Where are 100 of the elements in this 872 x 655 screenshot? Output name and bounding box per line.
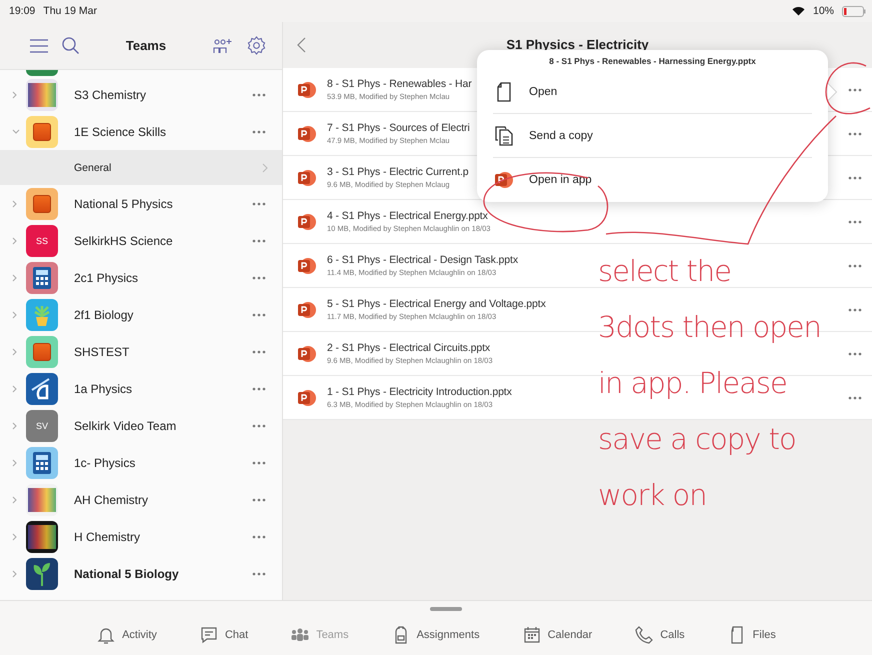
- powerpoint-icon: [297, 80, 317, 98]
- more-icon[interactable]: [848, 264, 862, 268]
- battery-percentage: 10%: [812, 5, 834, 17]
- chat-icon: [198, 625, 219, 645]
- team-name: 1c- Physics: [74, 456, 136, 470]
- more-icon[interactable]: [252, 424, 266, 428]
- more-icon[interactable]: [848, 396, 862, 400]
- chevron-right-icon[interactable]: [12, 496, 17, 504]
- chevron-right-icon[interactable]: [12, 200, 17, 208]
- file-name: 5 - S1 Phys - Electrical Energy and Voltage.pptx: [327, 298, 546, 310]
- powerpoint-icon: [297, 344, 317, 362]
- chevron-right-icon[interactable]: [12, 90, 17, 98]
- team-icon: [26, 70, 58, 76]
- add-people-icon[interactable]: [213, 38, 233, 54]
- team-name: S3 Chemistry: [74, 88, 146, 102]
- more-icon[interactable]: [848, 88, 862, 92]
- team-name: Selkirk Video Team: [74, 418, 176, 432]
- more-icon[interactable]: [252, 460, 266, 464]
- team-item[interactable]: SV Selkirk Video Team: [0, 407, 282, 444]
- team-item[interactable]: 1c- Physics: [0, 444, 282, 481]
- channel-item[interactable]: General: [0, 150, 282, 185]
- more-icon[interactable]: [848, 220, 862, 224]
- team-item[interactable]: 1E Science Skills: [0, 113, 282, 150]
- file-name: 3 - S1 Phys - Electric Current.p: [327, 166, 469, 178]
- more-icon[interactable]: [252, 92, 266, 96]
- team-item[interactable]: S3 Chemistry: [0, 76, 282, 113]
- more-icon[interactable]: [848, 176, 862, 180]
- team-item[interactable]: 2c1 Physics: [0, 259, 282, 296]
- chevron-right-icon[interactable]: [12, 458, 17, 466]
- team-item[interactable]: SS SelkirkHS Science: [0, 222, 282, 259]
- action-sheet-title: 8 - S1 Phys - Renewables - Harnessing Energy.pptx: [549, 56, 756, 66]
- team-item[interactable]: AH Chemistry: [0, 481, 282, 518]
- team-icon: SS: [26, 224, 58, 256]
- chevron-right-icon[interactable]: [12, 570, 17, 578]
- tab-item[interactable]: Chat: [196, 623, 250, 647]
- phone-icon: [634, 625, 654, 645]
- menu-icon[interactable]: [30, 38, 48, 52]
- chevron-right-icon: [262, 162, 268, 172]
- team-name: 1a Physics: [74, 382, 132, 396]
- chevron-right-icon[interactable]: [12, 274, 17, 282]
- team-name: 2c1 Physics: [74, 270, 138, 284]
- chevron-right-icon[interactable]: [12, 532, 17, 540]
- more-icon[interactable]: [252, 534, 266, 538]
- chevron-down-icon[interactable]: [12, 129, 20, 134]
- menu-item[interactable]: Open in app: [493, 158, 812, 202]
- team-name: National 5 Physics: [74, 196, 173, 210]
- powerpoint-icon: [297, 212, 317, 230]
- team-name: 2f1 Biology: [74, 308, 134, 322]
- tab-item[interactable]: Calls: [632, 623, 687, 647]
- team-item[interactable]: National 5 Biology: [0, 555, 282, 592]
- more-icon[interactable]: [252, 572, 266, 576]
- team-item[interactable]: H Chemistry: [0, 518, 282, 555]
- more-icon[interactable]: [252, 202, 266, 206]
- menu-item[interactable]: Open: [493, 70, 812, 114]
- calendar-icon: [522, 625, 542, 645]
- powerpoint-icon: [297, 388, 317, 406]
- team-item[interactable]: SHSTEST: [0, 333, 282, 370]
- back-icon[interactable]: [297, 37, 306, 53]
- team-name: National 5 Biology: [74, 566, 179, 580]
- more-icon[interactable]: [848, 132, 862, 136]
- more-icon[interactable]: [252, 238, 266, 242]
- sidebar-title: Teams: [126, 38, 166, 53]
- powerpoint-icon: [297, 124, 317, 142]
- more-icon[interactable]: [252, 350, 266, 354]
- team-name: SelkirkHS Science: [74, 234, 173, 248]
- status-time: 19:09: [9, 5, 36, 17]
- more-icon[interactable]: [252, 276, 266, 280]
- team-item[interactable]: National 5 Physics: [0, 185, 282, 222]
- more-icon[interactable]: [252, 498, 266, 502]
- file-name: 8 - S1 Phys - Renewables - Har: [327, 78, 472, 90]
- powerpoint-icon: [297, 168, 317, 186]
- chevron-right-icon[interactable]: [12, 236, 17, 244]
- chevron-right-icon[interactable]: [12, 310, 17, 318]
- grabber-handle[interactable]: [430, 607, 462, 611]
- powerpoint-icon: [494, 171, 514, 189]
- channel-name: General: [74, 162, 112, 174]
- tab-item[interactable]: Activity: [94, 623, 159, 647]
- file-name: 2 - S1 Phys - Electrical Circuits.pptx: [327, 342, 490, 354]
- settings-icon[interactable]: [247, 36, 266, 55]
- menu-item[interactable]: Send a copy: [493, 114, 812, 158]
- more-icon[interactable]: [848, 308, 862, 312]
- team-item[interactable]: 1a Physics: [0, 370, 282, 407]
- team-name: H Chemistry: [74, 530, 140, 544]
- tab-item[interactable]: Calendar: [520, 623, 594, 647]
- team-name: AH Chemistry: [74, 492, 148, 506]
- more-icon[interactable]: [252, 130, 266, 134]
- more-icon[interactable]: [848, 352, 862, 356]
- chevron-right-icon[interactable]: [12, 384, 17, 392]
- status-date: Thu 19 Mar: [43, 5, 97, 17]
- more-icon[interactable]: [252, 386, 266, 390]
- chevron-right-icon[interactable]: [12, 422, 17, 430]
- search-icon[interactable]: [62, 37, 79, 54]
- chevron-right-icon[interactable]: [12, 348, 17, 356]
- channel-title: S1 Physics - Electricity: [506, 37, 649, 52]
- tab-item[interactable]: Assignments: [388, 623, 482, 647]
- battery-icon: [842, 6, 866, 16]
- more-icon[interactable]: [252, 312, 266, 316]
- team-name: 1E Science Skills: [74, 124, 166, 138]
- tab-item[interactable]: Files: [724, 623, 778, 647]
- team-item[interactable]: 2f1 Biology: [0, 296, 282, 333]
